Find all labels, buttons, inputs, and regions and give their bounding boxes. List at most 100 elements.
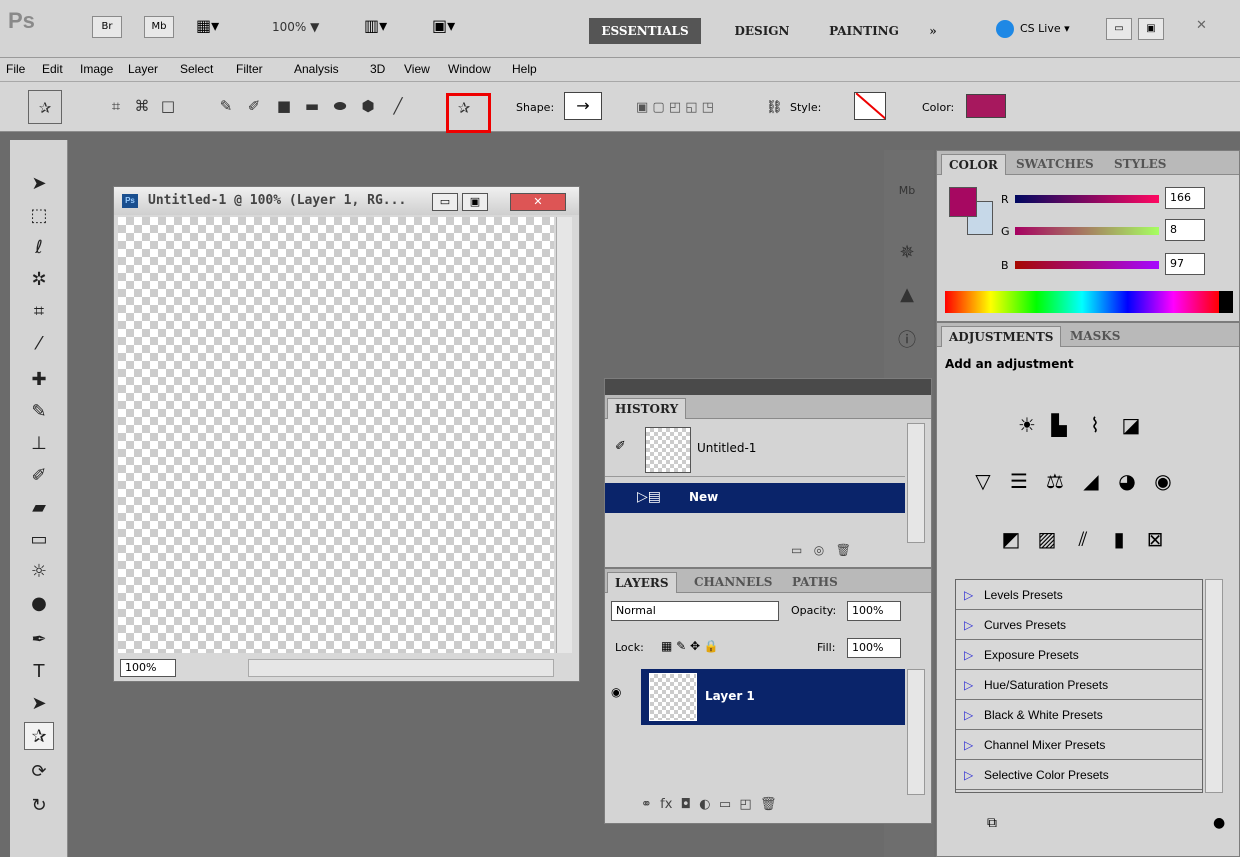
canvas[interactable] bbox=[118, 217, 554, 653]
cs-live-menu[interactable]: CS Live ▾ bbox=[1020, 22, 1070, 35]
move-tool-icon[interactable]: ➤ bbox=[24, 170, 54, 198]
selective-color-icon[interactable]: ⊠ bbox=[1141, 525, 1169, 553]
3d-orbit-tool-icon[interactable]: ↻ bbox=[24, 792, 54, 820]
more-workspaces-button[interactable]: » bbox=[918, 18, 948, 44]
layers-footer-icons[interactable]: ⚭ fx ◘ ◐ ▭ ◰ 🗑 bbox=[641, 797, 776, 812]
black-white-icon[interactable]: ◢ bbox=[1077, 467, 1105, 495]
horizontal-scrollbar[interactable] bbox=[248, 659, 554, 677]
quick-selection-tool-icon[interactable]: ✲ bbox=[24, 266, 54, 294]
doc-zoom-field[interactable]: 100% bbox=[120, 659, 176, 677]
fill-field[interactable]: 100% bbox=[847, 638, 901, 658]
eyedropper-tool-icon[interactable]: ⁄ bbox=[24, 330, 54, 358]
shape-picker[interactable]: → bbox=[564, 92, 602, 120]
red-value-field[interactable]: 166 bbox=[1165, 187, 1205, 209]
preset-channel-mixer[interactable]: Channel Mixer Presets bbox=[956, 730, 1202, 760]
foreground-color-swatch[interactable] bbox=[949, 187, 977, 217]
histogram-panel-icon[interactable]: ▲ bbox=[890, 278, 924, 312]
workspace-essentials[interactable]: ESSENTIALS bbox=[589, 18, 701, 44]
curves-icon[interactable]: ⌇ bbox=[1081, 411, 1109, 439]
color-spectrum-bar[interactable] bbox=[945, 291, 1233, 313]
mini-bridge-panel-icon[interactable]: Mb bbox=[890, 174, 924, 208]
paths-icon[interactable]: ⌘ bbox=[130, 94, 154, 118]
preset-hue-saturation[interactable]: Hue/Saturation Presets bbox=[956, 670, 1202, 700]
layers-scrollbar[interactable] bbox=[907, 669, 925, 795]
layer-visibility-icon[interactable]: ● bbox=[1213, 815, 1225, 831]
clone-stamp-tool-icon[interactable]: ⊥ bbox=[24, 430, 54, 458]
layer-eye-icon[interactable]: ◉ bbox=[611, 685, 621, 699]
threshold-icon[interactable]: ⫽ bbox=[1069, 525, 1097, 553]
history-scrollbar[interactable] bbox=[907, 423, 925, 543]
opacity-field[interactable]: 100% bbox=[847, 601, 901, 621]
history-footer-icons[interactable]: ▭ ◎ 🗑 bbox=[791, 543, 851, 557]
tab-masks[interactable]: MASKS bbox=[1063, 326, 1127, 347]
dodge-tool-icon[interactable]: ● bbox=[24, 590, 54, 618]
blend-mode-select[interactable]: Normal bbox=[611, 601, 779, 621]
tab-paths[interactable]: PATHS bbox=[785, 572, 845, 593]
tool-preset-picker[interactable]: ✰ bbox=[28, 90, 62, 124]
mini-bridge-button[interactable]: Mb bbox=[144, 16, 174, 38]
eraser-tool-icon[interactable]: ▰ bbox=[24, 494, 54, 522]
history-brush-source-icon[interactable]: ✐ bbox=[615, 439, 626, 454]
channel-mixer-icon[interactable]: ◉ bbox=[1149, 467, 1177, 495]
rectangle-icon[interactable]: ■ bbox=[272, 94, 296, 118]
navigator-panel-icon[interactable]: ✵ bbox=[890, 236, 924, 270]
menu-filter[interactable]: Filter bbox=[236, 62, 263, 76]
menu-window[interactable]: Window bbox=[448, 62, 491, 76]
return-to-list-icon[interactable]: ⧉ bbox=[987, 815, 997, 831]
3d-rotate-tool-icon[interactable]: ⟳ bbox=[24, 758, 54, 786]
menu-image[interactable]: Image bbox=[80, 62, 113, 76]
lasso-tool-icon[interactable]: ℓ bbox=[24, 234, 54, 262]
blue-slider[interactable] bbox=[1015, 261, 1159, 269]
style-picker[interactable] bbox=[854, 92, 886, 120]
green-slider[interactable] bbox=[1015, 227, 1159, 235]
red-slider[interactable] bbox=[1015, 195, 1159, 203]
menu-3d[interactable]: 3D bbox=[370, 62, 385, 76]
menu-view[interactable]: View bbox=[404, 62, 430, 76]
maximize-button[interactable]: ▣ bbox=[1138, 18, 1164, 40]
vertical-scrollbar[interactable] bbox=[556, 217, 572, 653]
doc-maximize-button[interactable]: ▣ bbox=[462, 193, 488, 211]
minimize-button[interactable]: ▭ bbox=[1106, 18, 1132, 40]
close-icon[interactable]: ✕ bbox=[1196, 18, 1207, 33]
pen-icon[interactable]: ✎ bbox=[214, 94, 238, 118]
doc-minimize-button[interactable]: ▭ bbox=[432, 193, 458, 211]
menu-analysis[interactable]: Analysis bbox=[294, 62, 339, 76]
exposure-icon[interactable]: ◪ bbox=[1117, 411, 1145, 439]
bridge-button[interactable]: Br bbox=[92, 16, 122, 38]
tab-styles[interactable]: STYLES bbox=[1107, 154, 1173, 175]
info-panel-icon[interactable]: ⓘ bbox=[890, 324, 924, 358]
menu-file[interactable]: File bbox=[6, 62, 25, 76]
healing-brush-tool-icon[interactable]: ✚ bbox=[24, 366, 54, 394]
type-tool-icon[interactable]: T bbox=[24, 658, 54, 686]
levels-icon[interactable]: ▙ bbox=[1045, 411, 1073, 439]
color-balance-icon[interactable]: ⚖ bbox=[1041, 467, 1069, 495]
layer-row[interactable]: Layer 1 bbox=[641, 669, 905, 725]
view-extras-icon[interactable]: ▦▾ bbox=[196, 16, 219, 35]
tab-color[interactable]: COLOR bbox=[941, 154, 1006, 175]
doc-close-button[interactable]: ✕ bbox=[510, 193, 566, 211]
line-icon[interactable]: ╱ bbox=[386, 94, 410, 118]
invert-icon[interactable]: ◩ bbox=[997, 525, 1025, 553]
gradient-map-icon[interactable]: ▮ bbox=[1105, 525, 1133, 553]
blue-value-field[interactable]: 97 bbox=[1165, 253, 1205, 275]
history-state-row[interactable]: ▷▤ New bbox=[605, 483, 905, 513]
marquee-tool-icon[interactable]: ⬚ bbox=[24, 202, 54, 230]
preset-selective-color[interactable]: Selective Color Presets bbox=[956, 760, 1202, 790]
crop-tool-icon[interactable]: ⌗ bbox=[24, 298, 54, 326]
ellipse-icon[interactable]: ⬬ bbox=[328, 94, 352, 118]
tab-swatches[interactable]: SWATCHES bbox=[1009, 154, 1101, 175]
link-icon[interactable]: ⛓ bbox=[766, 100, 783, 115]
menu-help[interactable]: Help bbox=[512, 62, 537, 76]
photo-filter-icon[interactable]: ◕ bbox=[1113, 467, 1141, 495]
shape-color-swatch[interactable] bbox=[966, 94, 1006, 118]
green-value-field[interactable]: 8 bbox=[1165, 219, 1205, 241]
menu-select[interactable]: Select bbox=[180, 62, 213, 76]
vibrance-icon[interactable]: ▽ bbox=[969, 467, 997, 495]
posterize-icon[interactable]: ▨ bbox=[1033, 525, 1061, 553]
menu-layer[interactable]: Layer bbox=[128, 62, 158, 76]
preset-black-white[interactable]: Black & White Presets bbox=[956, 700, 1202, 730]
tab-history[interactable]: HISTORY bbox=[607, 398, 687, 419]
workspace-design[interactable]: DESIGN bbox=[717, 18, 807, 44]
cs-live-icon[interactable] bbox=[996, 20, 1014, 38]
polygon-icon[interactable]: ⬢ bbox=[356, 94, 380, 118]
